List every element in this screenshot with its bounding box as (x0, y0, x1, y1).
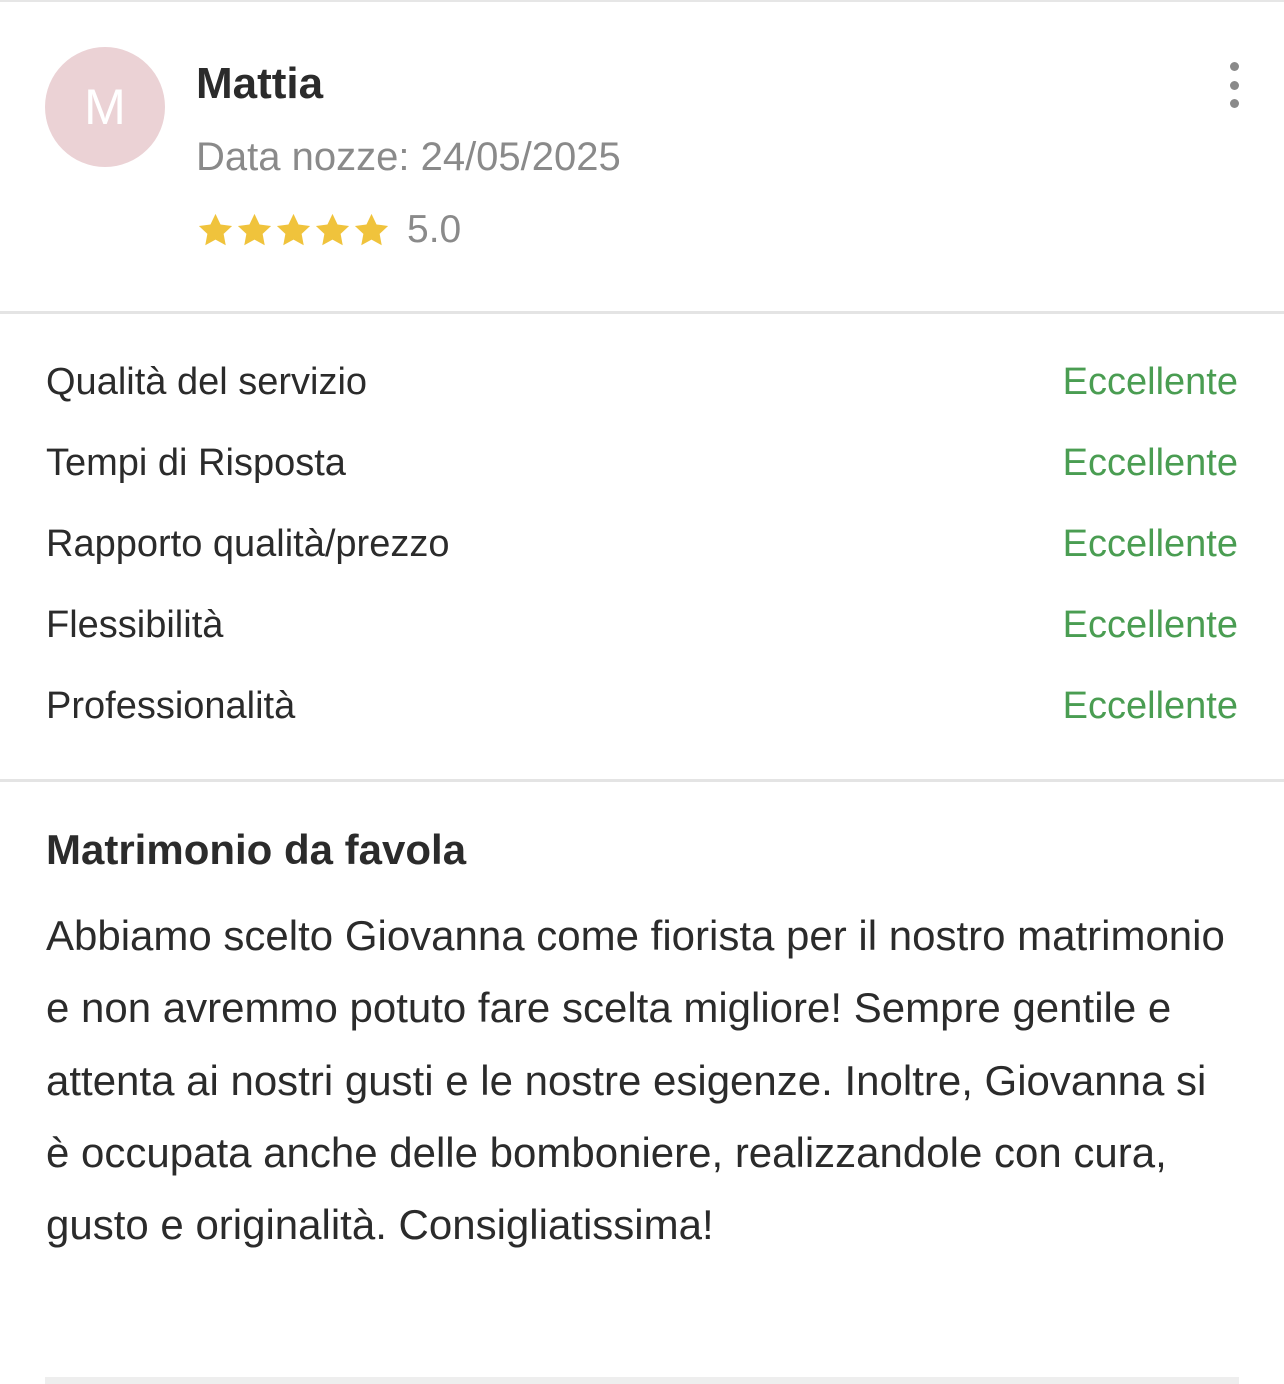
star-rating (196, 211, 391, 250)
rating-item-professionalism: Professionalità Eccellente (46, 666, 1238, 747)
review-text: Abbiamo scelto Giovanna come fiorista pe… (46, 912, 1225, 1249)
rating-label: Tempi di Risposta (46, 442, 346, 484)
divider (0, 779, 1284, 782)
review-title: Matrimonio da favola (46, 826, 467, 873)
rating-value: 5.0 (407, 208, 462, 251)
dot (1229, 62, 1239, 71)
rating-score: Eccellente (1062, 523, 1238, 565)
dot (1229, 80, 1239, 90)
overall-rating: 5.0 (196, 205, 461, 255)
rating-score: Eccellente (1062, 604, 1238, 646)
star-icon (354, 213, 389, 245)
star-icon (237, 213, 272, 245)
rating-item-value: Rapporto qualità/prezzo Eccellente (46, 504, 1238, 585)
rating-label: Rapporto qualità/prezzo (46, 523, 450, 565)
rating-label: Flessibilità (46, 604, 224, 646)
rating-score: Eccellente (1062, 685, 1238, 727)
star-icon (276, 213, 311, 245)
wedding-date: Data nozze: 24/05/2025 (196, 135, 621, 179)
more-options-icon[interactable] (1215, 62, 1253, 108)
avatar: M (45, 47, 165, 167)
category-ratings: Qualità del servizio Eccellente Tempi di… (46, 342, 1238, 747)
rating-item-flexibility: Flessibilità Eccellente (46, 585, 1238, 666)
rating-item-quality: Qualità del servizio Eccellente (46, 342, 1238, 423)
divider (0, 311, 1284, 314)
reviewer-name: Mattia (196, 59, 324, 108)
rating-label: Qualità del servizio (46, 361, 368, 403)
star-icon (198, 213, 233, 245)
avatar-initial: M (84, 79, 126, 135)
rating-score: Eccellente (1062, 442, 1238, 484)
review-header: M Mattia Data nozze: 24/05/2025 5.0 (0, 0, 1284, 312)
rating-item-response-time: Tempi di Risposta Eccellente (46, 423, 1238, 504)
rating-label: Professionalità (46, 685, 296, 727)
star-icon (315, 213, 350, 245)
dot (1229, 99, 1239, 108)
bottom-border (45, 1377, 1239, 1384)
rating-score: Eccellente (1062, 361, 1238, 403)
